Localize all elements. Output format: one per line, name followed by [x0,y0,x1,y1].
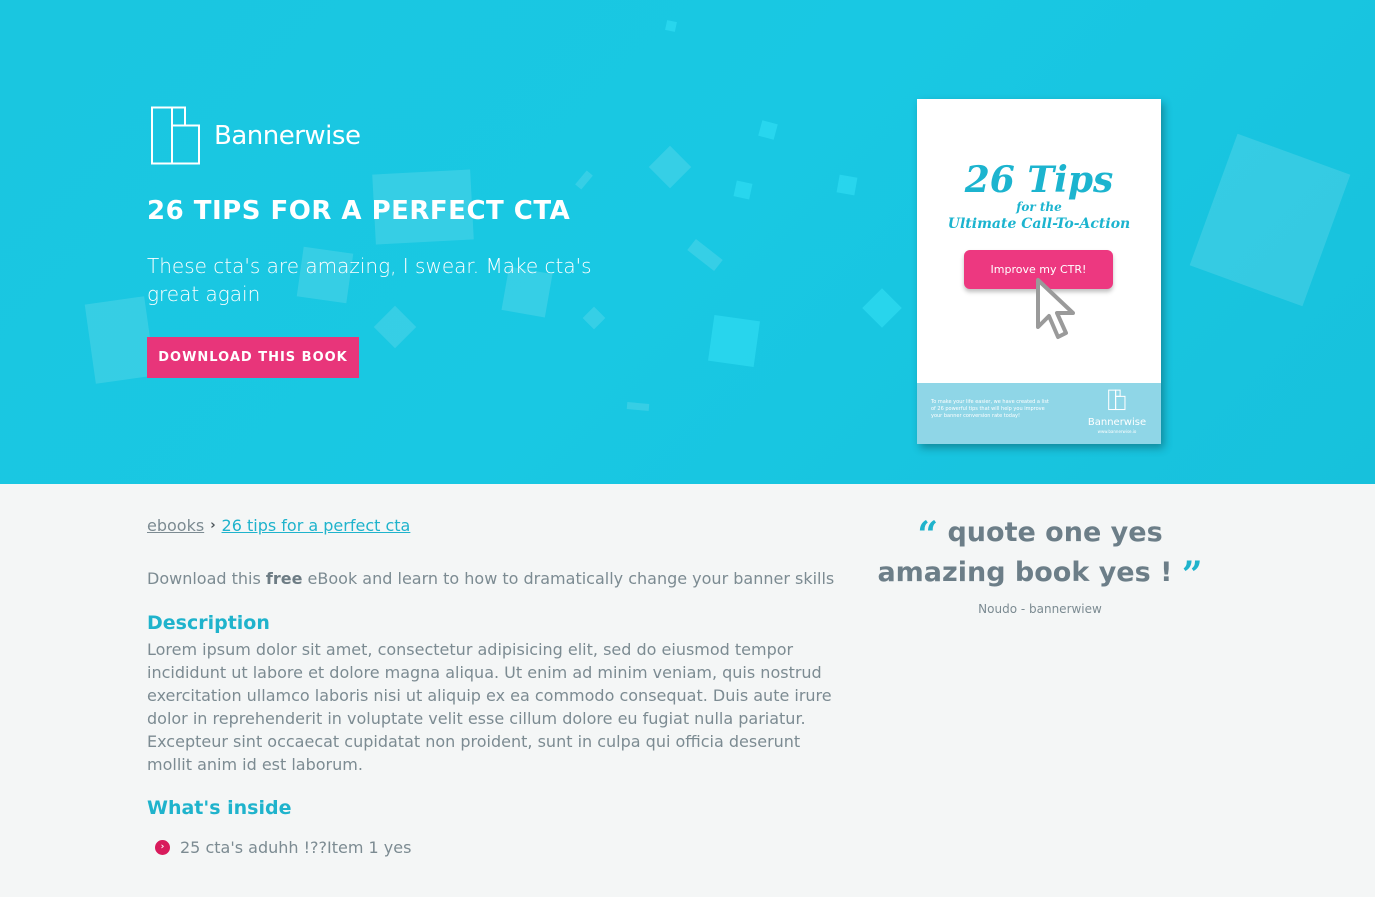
page-title: 26 TIPS FOR A PERFECT CTA [147,196,571,226]
intro-bold: free [265,569,303,588]
main-content: ebooks › 26 tips for a perfect cta Downl… [0,484,1375,897]
confetti-shape [373,305,417,349]
book-cover-logo: Bannerwise www.bannerwise.io [1085,389,1149,434]
hero-banner: Bannerwise 26 TIPS FOR A PERFECT CTA The… [0,0,1375,484]
book-cover-blurb: To make your life easier, we have create… [931,399,1049,419]
book-cover-url: www.bannerwise.io [1097,429,1137,434]
intro-before: Download this [147,569,266,588]
whats-inside-heading: What's inside [147,797,292,819]
description-heading: Description [147,612,270,634]
confetti-shape [687,239,723,271]
quote-open-icon: “ [917,514,939,556]
confetti-shape [575,170,593,190]
confetti-shape [836,174,858,196]
intro-after: eBook and learn to how to dramatically c… [302,569,835,588]
confetti-shape [648,145,692,189]
confetti-shape [862,288,902,328]
confetti-shape [1189,133,1351,307]
breadcrumb-ebooks-link[interactable]: ebooks [147,516,204,535]
chevron-right-icon: › [210,518,216,533]
quote-close-icon: ” [1181,554,1203,596]
page-subtitle: These cta's are amazing, I swear. Make c… [147,254,592,306]
confetti-shape [665,20,677,32]
brand-logo[interactable]: Bannerwise [150,106,361,166]
book-cover-title: 26 Tips [964,159,1114,201]
confetti-shape [758,120,778,140]
list-item: › 25 cta's aduhh !??Item 1 yes [155,838,411,857]
book-cover-image: 26 Tips for the Ultimate Call-To-Action … [917,99,1161,444]
download-book-button[interactable]: DOWNLOAD THIS BOOK [147,337,359,378]
list-item-label: 25 cta's aduhh !??Item 1 yes [180,838,412,857]
whats-inside-list: › 25 cta's aduhh !??Item 1 yes [155,838,411,857]
description-body: Lorem ipsum dolor sit amet, consectetur … [147,640,832,774]
brand-name: Bannerwise [214,121,361,151]
mouse-cursor-icon [1036,278,1075,339]
book-cover-subtitle: for the [1016,200,1062,214]
book-cover-footer: To make your life easier, we have create… [917,383,1161,444]
confetti-shape [733,180,753,200]
confetti-shape [84,296,156,384]
intro-text: Download this free eBook and learn to ho… [147,569,834,588]
confetti-shape [708,315,760,367]
testimonial-quote: “ quote one yes amazing book yes ! ” Nou… [870,514,1210,616]
confetti-shape [582,306,606,330]
chevron-circle-right-icon: › [155,840,170,855]
book-cover-brand: Bannerwise [1087,417,1147,428]
confetti-shape [626,402,650,411]
bannerwise-logo-icon [151,106,200,165]
breadcrumb-current-link[interactable]: 26 tips for a perfect cta [222,516,411,535]
bannerwise-logo-icon [1108,389,1126,411]
book-cover-subtitle: Ultimate Call-To-Action [947,216,1131,232]
breadcrumb: ebooks › 26 tips for a perfect cta [147,516,410,535]
quote-text-block: “ quote one yes amazing book yes ! ” [870,514,1210,594]
quote-author: Noudo - bannerwiew [978,602,1102,616]
